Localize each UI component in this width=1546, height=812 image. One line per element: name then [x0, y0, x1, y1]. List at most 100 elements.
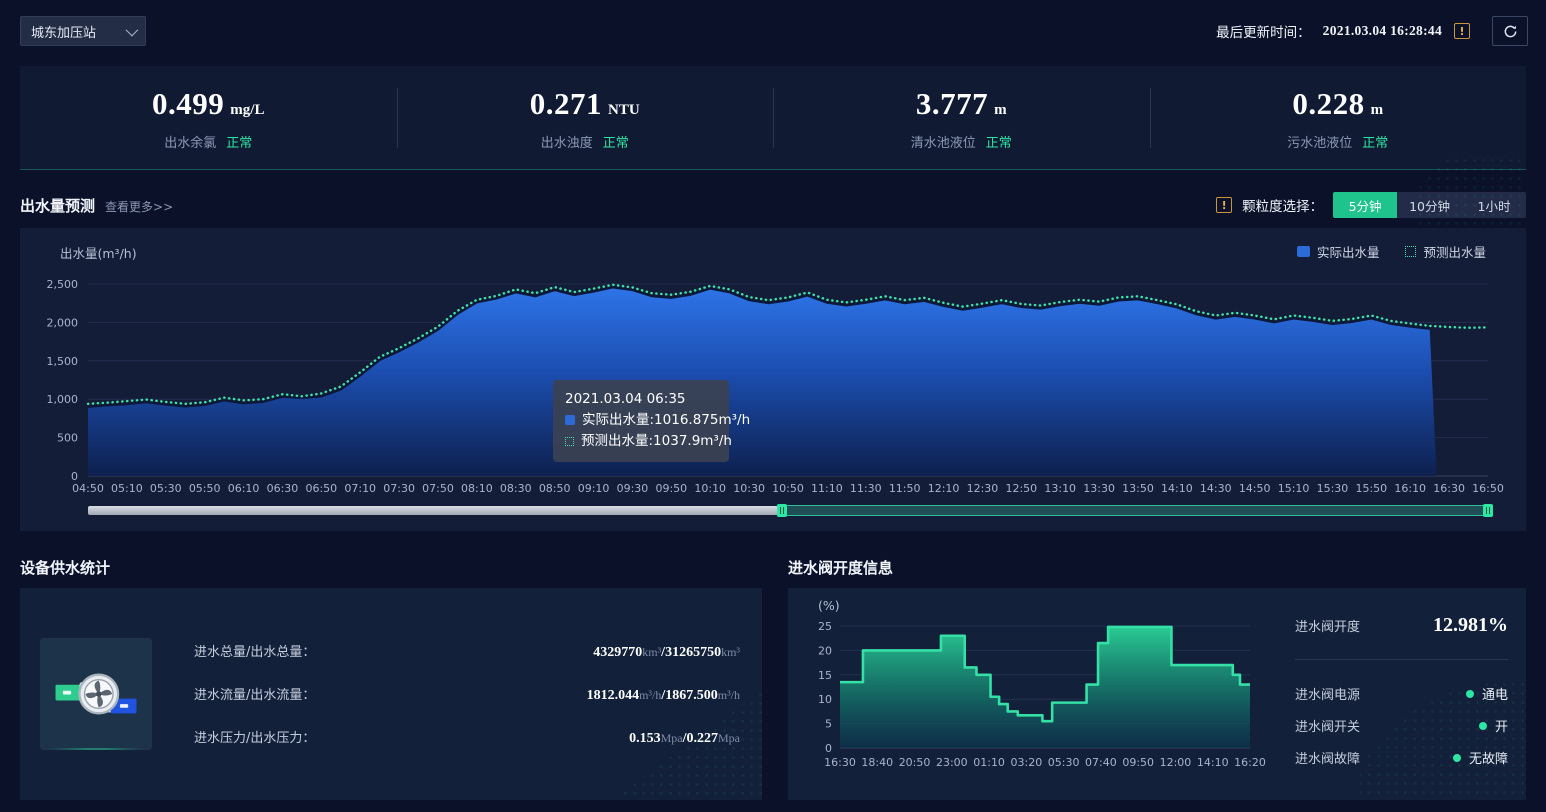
svg-text:10: 10: [818, 693, 832, 706]
svg-text:(%): (%): [818, 598, 840, 613]
outflow-forecast-chart-panel[interactable]: 实际出水量 预测出水量 05001,0001,5002,0002,500出水量(…: [20, 228, 1526, 531]
svg-text:12:30: 12:30: [967, 482, 999, 495]
supply-stats-title: 设备供水统计: [20, 557, 762, 578]
supply-unit-in: m³/h: [639, 688, 661, 702]
tooltip-actual-marker-icon: [565, 415, 575, 425]
legend-label: 预测出水量: [1423, 242, 1486, 261]
supply-unit-in: Mpa: [661, 731, 683, 745]
dashboard: 城东加压站 最后更新时间： 2021.03.04 16:28:44 ! 0.49…: [0, 0, 1546, 812]
tooltip-predicted-marker-icon: [565, 437, 574, 446]
kpi-value: 0.228: [1292, 86, 1364, 121]
svg-text:500: 500: [57, 432, 78, 445]
station-select[interactable]: 城东加压站: [20, 16, 146, 46]
svg-text:16:20: 16:20: [1234, 756, 1266, 769]
svg-text:12:50: 12:50: [1005, 482, 1037, 495]
svg-text:0: 0: [825, 742, 832, 755]
kpi-unit: NTU: [608, 102, 640, 118]
svg-text:05:30: 05:30: [1048, 756, 1080, 769]
kpi-unit: mg/L: [230, 102, 264, 118]
outflow-area-chart[interactable]: 05001,0001,5002,0002,500出水量(m³/h)04:5005…: [20, 228, 1526, 500]
kpi-residual-chlorine: 0.499mg/L 出水余氯正常: [20, 66, 397, 170]
svg-text:05:50: 05:50: [189, 482, 221, 495]
svg-text:13:30: 13:30: [1083, 482, 1115, 495]
svg-text:20:50: 20:50: [899, 756, 931, 769]
svg-text:14:30: 14:30: [1200, 482, 1232, 495]
svg-text:1,000: 1,000: [47, 393, 79, 406]
supply-unit-out: m³/h: [718, 688, 740, 702]
svg-text:2,000: 2,000: [47, 316, 79, 329]
forecast-section-header: 出水量预测 查看更多>> ! 颗粒度选择： 5分钟 10分钟 1小时: [20, 192, 1526, 218]
datazoom-unselected-range[interactable]: [88, 506, 782, 515]
tooltip-time: 2021.03.04 06:35: [565, 389, 717, 410]
kpi-unit: m: [994, 102, 1007, 118]
valve-opening-value: 12.981%: [1433, 614, 1508, 637]
svg-text:08:10: 08:10: [461, 482, 493, 495]
pump-icon: [50, 648, 142, 740]
view-more-link[interactable]: 查看更多>>: [105, 198, 173, 215]
status-dot-icon: [1479, 722, 1487, 730]
kpi-value: 0.499: [152, 86, 224, 121]
tooltip-actual-text: 实际出水量:1016.875m³/h: [582, 410, 750, 431]
granularity-option-10min[interactable]: 10分钟: [1397, 192, 1462, 218]
kpi-status-badge: 正常: [603, 132, 629, 151]
forecast-title: 出水量预测: [20, 195, 95, 216]
status-dot-icon: [1466, 690, 1474, 698]
kpi-turbidity: 0.271NTU 出水浊度正常: [397, 66, 774, 170]
svg-text:05:30: 05:30: [150, 482, 182, 495]
kpi-sewage-level: 0.228m 污水池液位正常: [1150, 66, 1527, 170]
svg-text:08:50: 08:50: [539, 482, 571, 495]
svg-text:25: 25: [818, 620, 832, 633]
datazoom-right-handle[interactable]: [1483, 504, 1493, 517]
legend-predicted-outflow[interactable]: 预测出水量: [1405, 242, 1486, 261]
valve-status-label: 进水阀开关: [1295, 716, 1360, 735]
valve-opening-label: 进水阀开度: [1295, 616, 1360, 635]
valve-fault-row: 进水阀故障 无故障: [1295, 748, 1508, 767]
svg-text:10:30: 10:30: [733, 482, 765, 495]
svg-text:11:30: 11:30: [850, 482, 882, 495]
datazoom-left-handle[interactable]: [777, 504, 787, 517]
last-update-value: 2021.03.04 16:28:44: [1323, 23, 1442, 39]
svg-text:16:30: 16:30: [1433, 482, 1465, 495]
svg-text:15:30: 15:30: [1317, 482, 1349, 495]
kpi-status-badge: 正常: [986, 132, 1012, 151]
supply-value-in: 1812.044: [587, 688, 640, 703]
status-dot-icon: [1453, 754, 1461, 762]
supply-stats-list: 进水总量/出水总量： 4329770km³/31265750km³ 进水流量/出…: [194, 641, 740, 747]
station-select-value: 城东加压站: [31, 22, 96, 41]
datazoom-selected-range[interactable]: [782, 505, 1488, 516]
svg-text:09:30: 09:30: [617, 482, 649, 495]
chevron-down-icon: [126, 23, 139, 36]
supply-unit-in: km³: [642, 645, 661, 659]
svg-text:06:30: 06:30: [267, 482, 299, 495]
valve-info-title: 进水阀开度信息: [788, 557, 893, 578]
svg-text:5: 5: [825, 718, 832, 731]
svg-text:09:10: 09:10: [578, 482, 610, 495]
supply-unit-out: km³: [721, 645, 740, 659]
legend-actual-outflow[interactable]: 实际出水量: [1297, 242, 1380, 261]
valve-info-column: 进水阀开度 12.981% 进水阀电源 通电 进水阀开关 开 进水阀故障 无故障: [1273, 588, 1526, 800]
kpi-value: 3.777: [916, 86, 988, 121]
last-update-label: 最后更新时间：: [1216, 21, 1311, 41]
supply-unit-out: Mpa: [718, 731, 740, 745]
refresh-button[interactable]: [1492, 16, 1528, 46]
warning-icon: !: [1454, 23, 1470, 39]
svg-text:15: 15: [818, 669, 832, 682]
valve-opening-step-chart[interactable]: 0510152025(%)16:3018:4020:5023:0001:1003…: [798, 596, 1273, 796]
svg-text:10:50: 10:50: [772, 482, 804, 495]
valve-status-value: 无故障: [1469, 748, 1508, 767]
svg-text:20: 20: [818, 644, 832, 657]
svg-text:01:10: 01:10: [973, 756, 1005, 769]
granularity-option-1hour[interactable]: 1小时: [1462, 192, 1526, 218]
legend-label: 实际出水量: [1317, 242, 1380, 261]
granularity-option-5min[interactable]: 5分钟: [1333, 192, 1397, 218]
kpi-label: 污水池液位: [1287, 132, 1352, 151]
kpi-label: 出水浊度: [541, 132, 593, 151]
valve-status-label: 进水阀故障: [1295, 748, 1360, 767]
svg-text:07:50: 07:50: [422, 482, 454, 495]
supply-value-out: 1867.500: [665, 688, 718, 703]
pump-card: [40, 638, 152, 750]
datazoom-slider[interactable]: [88, 504, 1488, 517]
svg-text:07:10: 07:10: [344, 482, 376, 495]
svg-text:07:30: 07:30: [383, 482, 415, 495]
supply-row-label: 进水流量/出水流量：: [194, 684, 315, 703]
